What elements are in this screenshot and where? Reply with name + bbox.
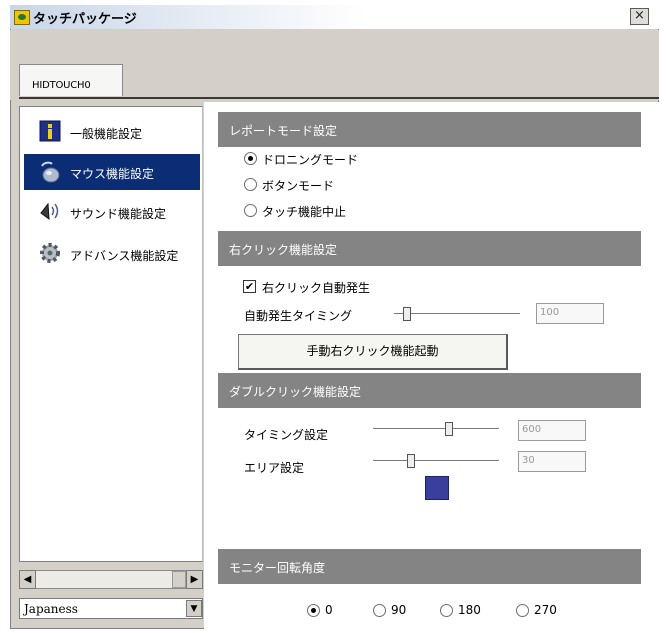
- report-mode-header: レポートモード設定: [218, 112, 641, 147]
- gear-icon: [40, 243, 60, 263]
- sidebar-item-sound[interactable]: サウンド機能設定: [24, 194, 200, 230]
- monitor-rotation-header: モニター回転角度: [218, 549, 641, 584]
- radio-droning-mode[interactable]: [244, 152, 257, 165]
- app-icon: [14, 10, 30, 25]
- right-click-header: 右クリック機能設定: [218, 231, 641, 266]
- right-click-auto-checkbox[interactable]: ✔: [243, 280, 256, 293]
- chevron-down-icon[interactable]: ▼: [186, 600, 202, 617]
- language-select[interactable]: Japaness: [19, 598, 203, 619]
- radio-label: ボタンモード: [262, 179, 335, 193]
- info-icon: [39, 120, 61, 142]
- auto-timing-slider[interactable]: [394, 313, 520, 315]
- dc-timing-slider-thumb[interactable]: [445, 422, 453, 436]
- scroll-thumb[interactable]: [172, 571, 186, 588]
- dc-timing-slider[interactable]: [373, 428, 499, 430]
- dc-timing-value[interactable]: 600: [518, 420, 586, 441]
- radio-label: タッチ機能中止: [262, 205, 347, 219]
- scroll-right-button[interactable]: ▶: [186, 570, 203, 589]
- auto-timing-label: 自動発生タイミング: [244, 309, 353, 323]
- scroll-left-button[interactable]: ◀: [19, 570, 36, 589]
- radio-touch-off[interactable]: [244, 204, 257, 217]
- area-slider[interactable]: [373, 460, 499, 462]
- close-button[interactable]: ×: [630, 8, 649, 25]
- radio-rotation-90[interactable]: [373, 604, 386, 617]
- radio-label: 0: [325, 603, 333, 617]
- mouse-icon: [41, 161, 60, 183]
- radio-label: 270: [534, 603, 557, 617]
- tab-divider: [19, 97, 659, 99]
- dc-timing-label: タイミング設定: [244, 428, 329, 442]
- area-value[interactable]: 30: [518, 451, 586, 472]
- auto-timing-value[interactable]: 100: [536, 303, 604, 324]
- radio-rotation-180[interactable]: [440, 604, 453, 617]
- double-click-header: ダブルクリック機能設定: [218, 373, 641, 408]
- radio-rotation-270[interactable]: [516, 604, 529, 617]
- tab-hidtouch0[interactable]: HIDTOUCH0: [19, 64, 123, 96]
- color-swatch[interactable]: [425, 476, 449, 500]
- sidebar-item-general[interactable]: 一般機能設定: [24, 114, 200, 150]
- area-slider-thumb[interactable]: [407, 454, 415, 468]
- radio-button-mode[interactable]: [244, 178, 257, 191]
- sidebar-item-mouse[interactable]: マウス機能設定: [24, 154, 200, 190]
- auto-timing-slider-thumb[interactable]: [403, 307, 411, 321]
- radio-label: ドロニングモード: [262, 153, 359, 167]
- sidebar-item-label: アドバンス機能設定: [70, 249, 179, 263]
- sidebar-item-label: サウンド機能設定: [70, 207, 167, 221]
- speaker-icon: [40, 202, 59, 221]
- radio-rotation-0[interactable]: [307, 604, 320, 617]
- window-title: タッチパッケージ: [33, 12, 137, 27]
- sidebar-item-label: マウス機能設定: [70, 167, 155, 181]
- sidebar-item-advanced[interactable]: アドバンス機能設定: [24, 236, 200, 272]
- checkbox-label: 右クリック自動発生: [262, 281, 371, 295]
- radio-label: 180: [458, 603, 481, 617]
- area-label: エリア設定: [244, 461, 305, 475]
- radio-label: 90: [391, 603, 407, 617]
- manual-right-click-button[interactable]: 手動右クリック機能起動: [238, 334, 508, 370]
- sidebar-item-label: 一般機能設定: [70, 127, 143, 141]
